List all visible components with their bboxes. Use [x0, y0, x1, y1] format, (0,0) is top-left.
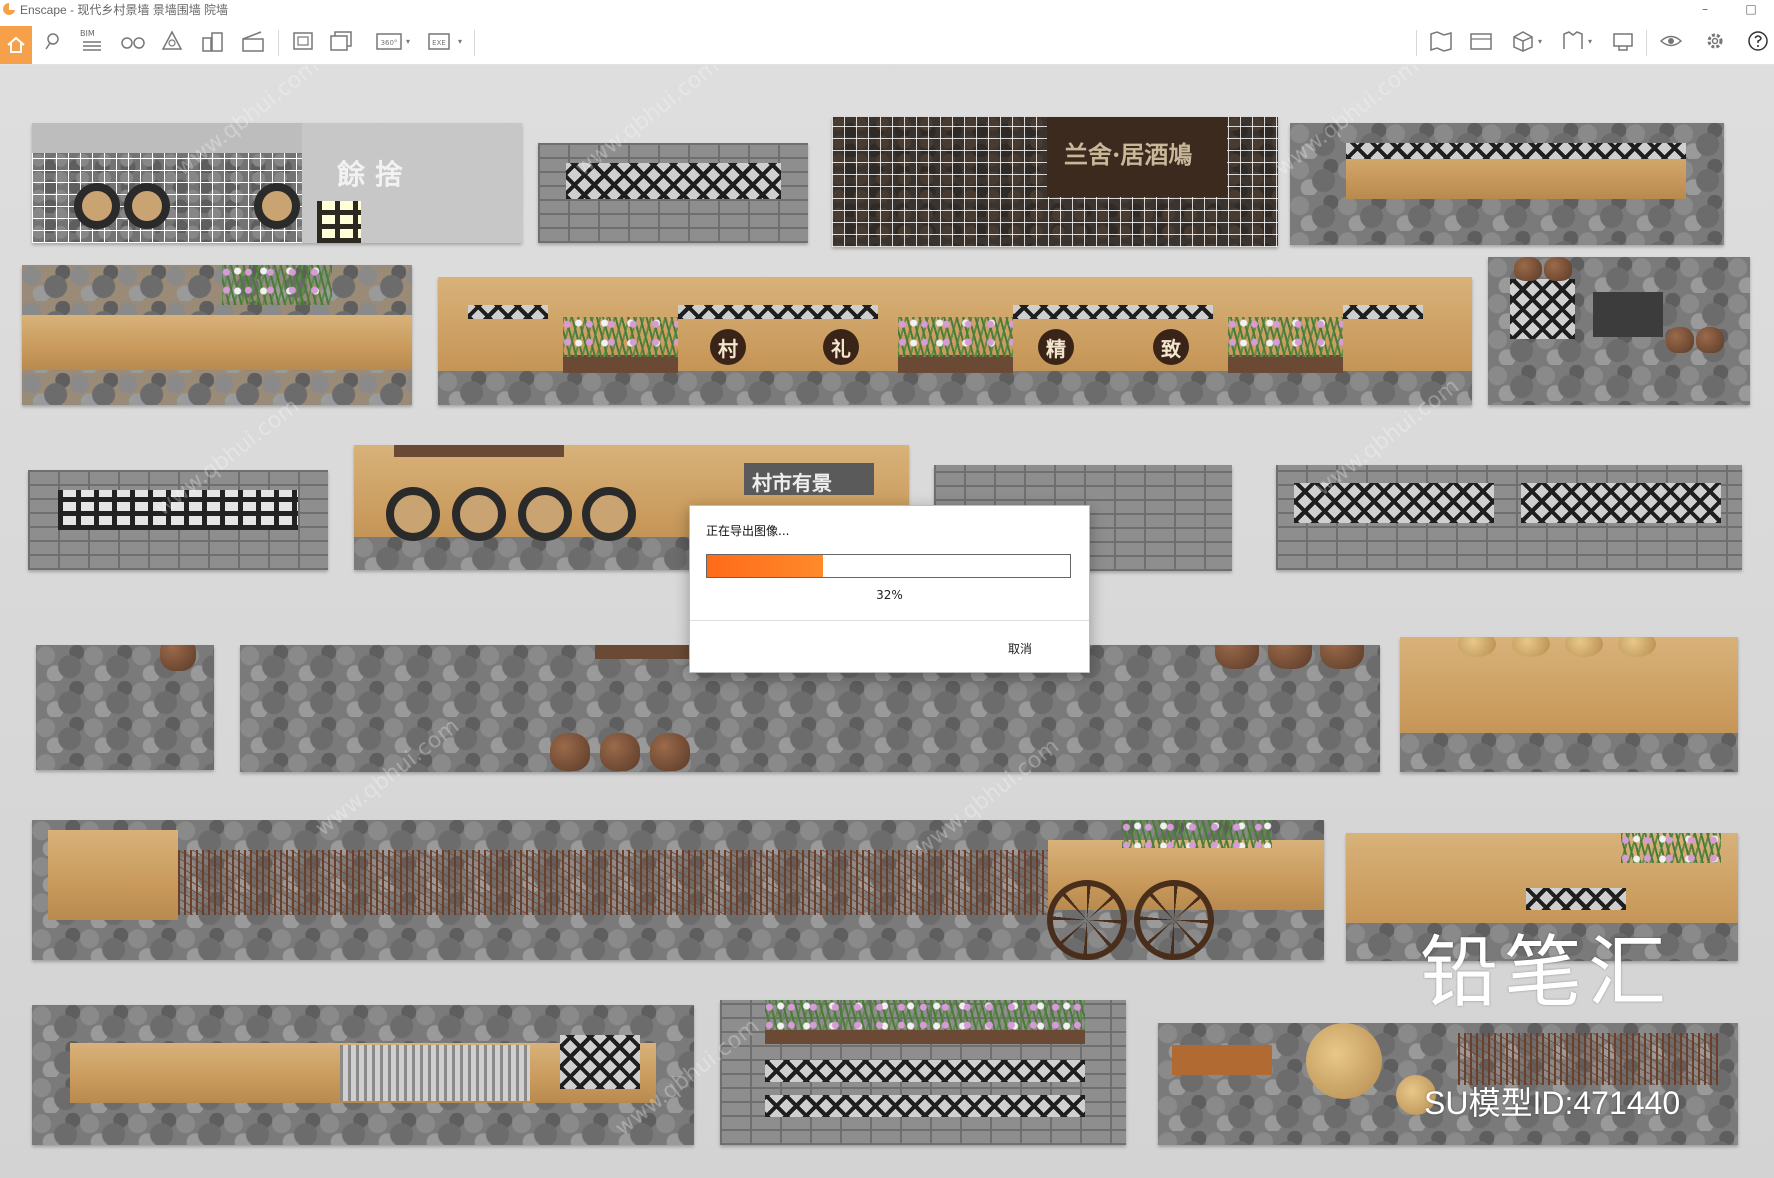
- planter-lattice-wall: [720, 1000, 1126, 1145]
- gabion-tire-wall: 餘 捨: [32, 123, 522, 243]
- bim-list-icon: [83, 41, 101, 51]
- binoculars-icon: [121, 37, 145, 49]
- panorama-label: 360°: [381, 39, 398, 47]
- brick-x-lattice-wall: [1276, 465, 1742, 570]
- buildings-icon: [202, 32, 223, 52]
- sync-views-button[interactable]: ▾: [1556, 24, 1596, 58]
- help-icon: [1748, 31, 1768, 51]
- maximize-button[interactable]: □: [1728, 0, 1774, 18]
- batch-screenshot-icon: [330, 31, 352, 51]
- dialog-divider: [690, 620, 1089, 621]
- help-button[interactable]: [1744, 24, 1772, 58]
- map-pin-icon: [45, 33, 59, 50]
- title-bar: Enscape - 现代乡村景墙 景墙围墙 院墙 – □: [0, 0, 1774, 18]
- minimize-button[interactable]: –: [1682, 0, 1728, 18]
- wall-sign-text: 兰舍·居酒鳩: [1064, 140, 1193, 169]
- panorama-360-icon: 360°: [376, 33, 402, 50]
- settings-icon: [1613, 33, 1633, 51]
- brand-logo-watermark: 铅笔汇: [1420, 928, 1673, 1018]
- settings-button[interactable]: [1608, 24, 1638, 58]
- home-button[interactable]: [0, 26, 32, 64]
- book-icon: [1563, 31, 1583, 49]
- binoculars-button[interactable]: [118, 24, 148, 58]
- brick-lattice-wall: [538, 143, 808, 243]
- toolbar: BIM 360° ▾ EXE ▾ ▾ ▾: [0, 18, 1774, 73]
- badge-character: 村: [710, 329, 746, 365]
- export-progress-dialog: 正在导出图像... 32% 取消: [689, 505, 1090, 673]
- visual-settings-button[interactable]: [1656, 24, 1686, 58]
- map-button[interactable]: [1426, 24, 1456, 58]
- cube-dropdown-caret[interactable]: ▾: [1538, 37, 1542, 46]
- stone-pillar-wall: [36, 645, 214, 770]
- gabion-sign-wall: 兰舍·居酒鳩: [832, 117, 1278, 247]
- rockery-wall: [22, 265, 412, 405]
- badge-character: 致: [1153, 329, 1189, 365]
- views-button[interactable]: [1466, 24, 1496, 58]
- export-dropdown-caret[interactable]: ▾: [458, 37, 462, 46]
- export-exe-button[interactable]: EXE ▾: [420, 24, 468, 58]
- fence-cart-wheel-wall: [32, 820, 1324, 960]
- general-settings-button[interactable]: [1700, 24, 1730, 58]
- dialog-title: 正在导出图像...: [706, 524, 790, 538]
- toolbar-separator: [1646, 30, 1647, 56]
- cancel-button[interactable]: 取消: [1008, 640, 1032, 657]
- window-controls: – □: [1682, 0, 1774, 18]
- village-badge-wall: 村 礼 精 致: [438, 277, 1472, 405]
- model-id-watermark: SU模型ID:471440: [1424, 1085, 1681, 1121]
- sync-views-dropdown-caret[interactable]: ▾: [1588, 37, 1592, 46]
- export-progress-bar: [706, 554, 1071, 578]
- badge-character: 精: [1038, 329, 1074, 365]
- toolbar-separator: [1416, 30, 1417, 56]
- bim-button[interactable]: [78, 24, 106, 58]
- clapperboard-icon: [242, 31, 264, 52]
- panorama-dropdown-caret[interactable]: ▾: [406, 37, 410, 46]
- cube-button[interactable]: ▾: [1506, 24, 1546, 58]
- wall-sign-text: 村市有景: [752, 471, 832, 495]
- toolbar-separator: [278, 30, 279, 56]
- map-icon: [1430, 31, 1452, 52]
- batch-screenshot-button[interactable]: [326, 24, 356, 58]
- pin-button[interactable]: [40, 24, 66, 58]
- batch-render-button[interactable]: [198, 24, 228, 58]
- stone-lattice-wall: [1290, 123, 1724, 245]
- enscape-logo-icon: [3, 3, 16, 15]
- jar-stone-wall: [1488, 257, 1750, 405]
- bowl-tile-wall: [1400, 637, 1738, 772]
- toolbar-separator: [474, 30, 475, 56]
- views-icon: [1470, 33, 1492, 50]
- asset-library-button[interactable]: [158, 24, 186, 58]
- cube-icon: [1513, 31, 1533, 52]
- export-progress-fill: [707, 555, 824, 577]
- asset-library-icon: [161, 30, 183, 50]
- gear-icon: [1707, 33, 1723, 49]
- eye-icon: [1659, 35, 1683, 47]
- progress-percent-label: 32%: [876, 588, 903, 602]
- export-exe-icon: EXE: [428, 33, 450, 50]
- panorama-button[interactable]: 360° ▾: [368, 24, 416, 58]
- export-exe-label: EXE: [432, 39, 446, 47]
- wall-sign-text: 餘 捨: [337, 158, 403, 191]
- home-icon: [7, 36, 25, 53]
- brick-grid-wall: [28, 470, 328, 570]
- slat-earth-wall: [32, 1005, 694, 1145]
- video-editor-button[interactable]: [238, 24, 268, 58]
- screenshot-button[interactable]: [288, 24, 318, 58]
- window-title: Enscape - 现代乡村景墙 景墙围墙 院墙: [20, 2, 229, 17]
- screenshot-icon: [293, 32, 313, 50]
- badge-character: 礼: [823, 329, 859, 365]
